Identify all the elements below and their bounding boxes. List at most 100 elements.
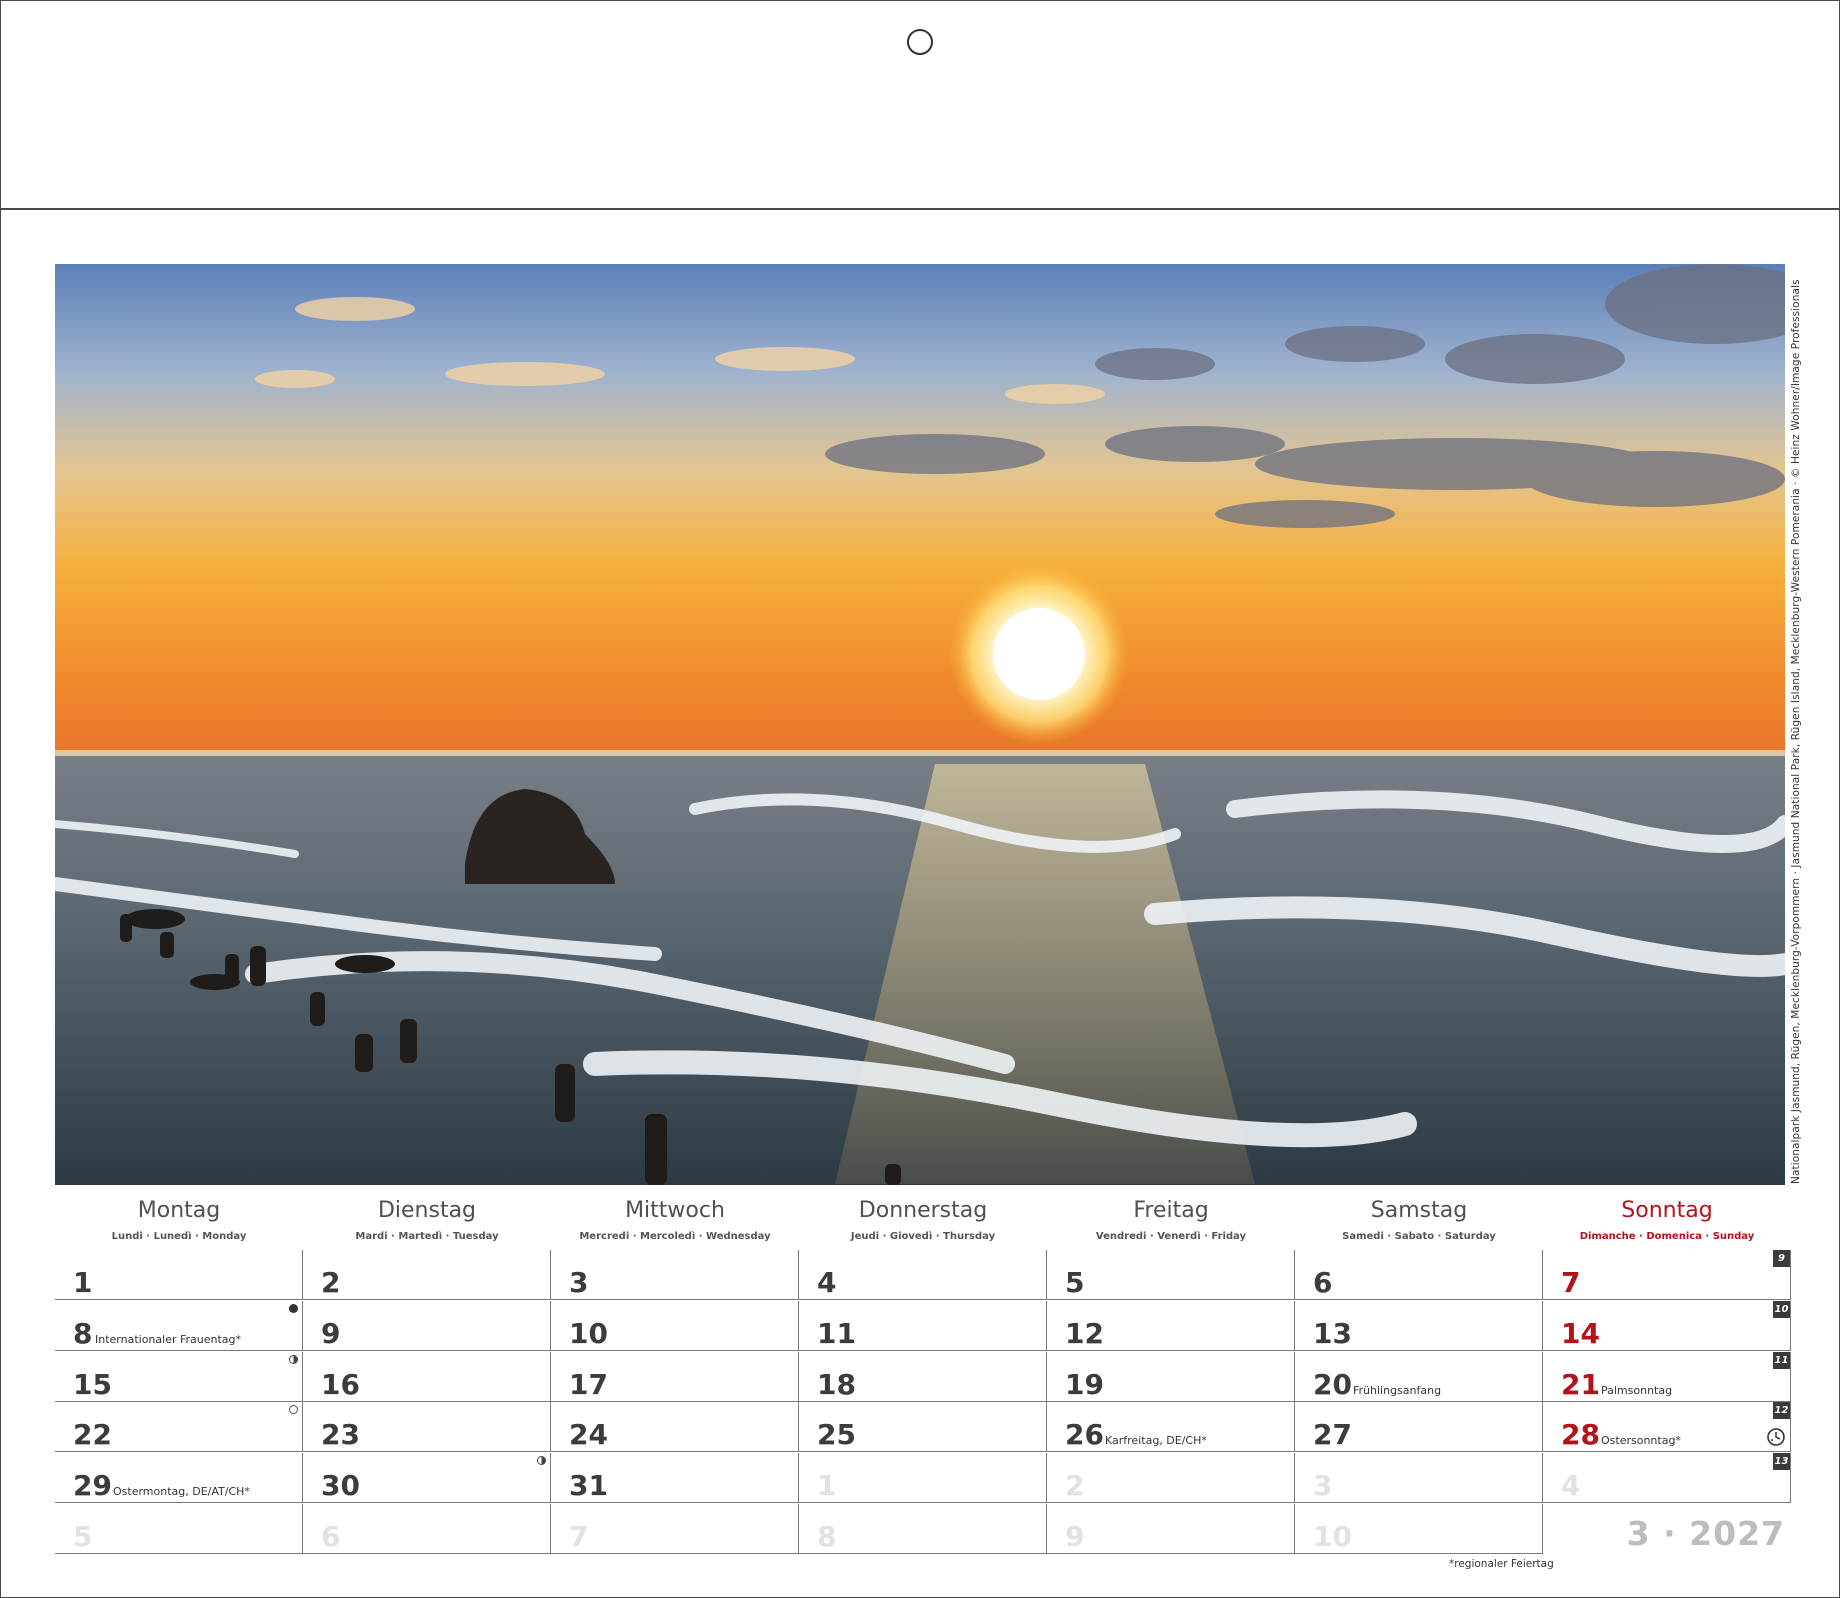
day-number: 7 [569, 1520, 589, 1553]
day-number: 3 [1313, 1469, 1333, 1502]
day-number: 28 [1561, 1418, 1600, 1451]
day-cell: 2 [303, 1250, 551, 1300]
week-number-badge: 12 [1773, 1402, 1790, 1419]
weekday-translations: Samedi · Sabato · Saturday [1342, 1231, 1496, 1242]
day-cell: 5 [1047, 1250, 1295, 1300]
day-cell: 13 [1295, 1301, 1543, 1351]
weekday-translations: Mercredi · Mercoledì · Wednesday [579, 1231, 771, 1242]
day-cell: 7 [551, 1504, 799, 1554]
sunset-sea-photo [55, 264, 1785, 1185]
clock-change-icon [1767, 1428, 1785, 1446]
day-cell: 12 [1047, 1301, 1295, 1351]
weekday-translations: Jeudi · Giovedì · Thursday [850, 1231, 996, 1242]
day-number: 23 [321, 1418, 360, 1451]
weekday-header-4: Donnerstag Jeudi · Giovedì · Thursday [799, 1196, 1047, 1244]
weekday-translations: Lundi · Lunedì · Monday [111, 1231, 247, 1242]
holiday-label: Palmsonntag [1601, 1384, 1673, 1397]
day-cell: 8 Internationaler Frauentag* [55, 1301, 303, 1351]
day-cell: 24 [551, 1402, 799, 1452]
day-cell: 4 13 [1543, 1453, 1791, 1503]
day-number: 24 [569, 1418, 608, 1451]
day-number: 30 [321, 1469, 360, 1502]
week-number-badge: 10 [1773, 1301, 1790, 1318]
day-cell: 30 [303, 1453, 551, 1503]
weekday-translations: Mardi · Martedì · Tuesday [355, 1231, 499, 1242]
holiday-label: Internationaler Frauentag* [95, 1333, 242, 1346]
hanging-hole [907, 29, 933, 55]
day-number: 7 [1561, 1266, 1581, 1299]
day-cell: 4 [799, 1250, 1047, 1300]
weekday-name: Donnerstag [858, 1198, 988, 1223]
day-cell: 23 [303, 1402, 551, 1452]
moon-phase-half-icon [289, 1355, 298, 1364]
day-cell: 14 10 [1543, 1301, 1791, 1351]
week-number-badge: 9 [1773, 1250, 1790, 1267]
day-number: 6 [1313, 1266, 1333, 1299]
week-number-badge: 13 [1773, 1453, 1790, 1470]
day-number: 8 [73, 1317, 93, 1350]
day-cell: 3 [551, 1250, 799, 1300]
day-number: 14 [1561, 1317, 1600, 1350]
day-number: 31 [569, 1469, 608, 1502]
day-number: 16 [321, 1368, 360, 1401]
day-number: 22 [73, 1418, 112, 1451]
weekday-translations: Vendredi · Venerdì · Friday [1095, 1231, 1247, 1242]
weekday-name: Sonntag [1621, 1198, 1713, 1223]
day-cell: 6 [1295, 1250, 1543, 1300]
day-number: 8 [817, 1520, 837, 1553]
day-number: 4 [1561, 1469, 1581, 1502]
weekday-name: Dienstag [377, 1198, 477, 1223]
photo-credit: Nationalpark Jasmund, Rügen, Mecklenburg… [1790, 279, 1802, 1184]
day-cell: 25 [799, 1402, 1047, 1452]
day-number: 11 [817, 1317, 856, 1350]
day-number: 10 [1313, 1520, 1352, 1553]
day-cell: 9 [1047, 1504, 1295, 1554]
week-number-badge: 11 [1773, 1352, 1790, 1369]
hanger-divider [0, 208, 1840, 210]
day-cell: 19 [1047, 1352, 1295, 1402]
day-cell: 1 [55, 1250, 303, 1300]
weekday-header-5: Freitag Vendredi · Venerdì · Friday [1047, 1196, 1295, 1244]
day-cell: 8 [799, 1504, 1047, 1554]
day-number: 4 [817, 1266, 837, 1299]
day-number: 2 [1065, 1469, 1085, 1502]
day-number: 9 [321, 1317, 341, 1350]
footnote: *regionaler Feiertag [1449, 1558, 1554, 1570]
weekday-name: Freitag [1133, 1198, 1209, 1223]
day-number: 3 [569, 1266, 589, 1299]
day-cell: 6 [303, 1504, 551, 1554]
day-number: 1 [73, 1266, 93, 1299]
day-number: 13 [1313, 1317, 1352, 1350]
weekday-name: Montag [137, 1198, 221, 1223]
day-cell: 27 [1295, 1402, 1543, 1452]
day-cell: 11 [799, 1301, 1047, 1351]
day-number: 18 [817, 1368, 856, 1401]
day-cell: 1 [799, 1453, 1047, 1503]
day-cell: 31 [551, 1453, 799, 1503]
weekday-header-2: Dienstag Mardi · Martedì · Tuesday [303, 1196, 551, 1244]
day-number: 6 [321, 1520, 341, 1553]
day-cell: 20 Frühlingsanfang [1295, 1352, 1543, 1402]
weekday-header-1: Montag Lundi · Lunedì · Monday [55, 1196, 303, 1244]
weekday-name: Mittwoch [625, 1198, 725, 1223]
moon-phase-new-icon [289, 1304, 298, 1313]
day-cell: 5 [55, 1504, 303, 1554]
day-number: 1 [817, 1469, 837, 1502]
day-number: 27 [1313, 1418, 1352, 1451]
day-number: 26 [1065, 1418, 1104, 1451]
day-cell: 21 Palmsonntag 11 [1543, 1352, 1791, 1402]
holiday-label: Ostermontag, DE/AT/CH* [113, 1485, 250, 1498]
day-cell: 29 Ostermontag, DE/AT/CH* [55, 1453, 303, 1503]
weekday-header-3: Mittwoch Mercredi · Mercoledì · Wednesday [551, 1196, 799, 1244]
day-cell: 10 [1295, 1504, 1543, 1554]
day-cell: 15 [55, 1352, 303, 1402]
day-number: 20 [1313, 1368, 1352, 1401]
moon-phase-half-icon [537, 1456, 546, 1465]
day-number: 9 [1065, 1520, 1085, 1553]
day-number: 2 [321, 1266, 341, 1299]
day-cell: 79 [1543, 1250, 1791, 1300]
holiday-label: Karfreitag, DE/CH* [1105, 1434, 1207, 1447]
day-number: 29 [73, 1469, 112, 1502]
day-number: 12 [1065, 1317, 1104, 1350]
holiday-label: Frühlingsanfang [1353, 1384, 1442, 1397]
